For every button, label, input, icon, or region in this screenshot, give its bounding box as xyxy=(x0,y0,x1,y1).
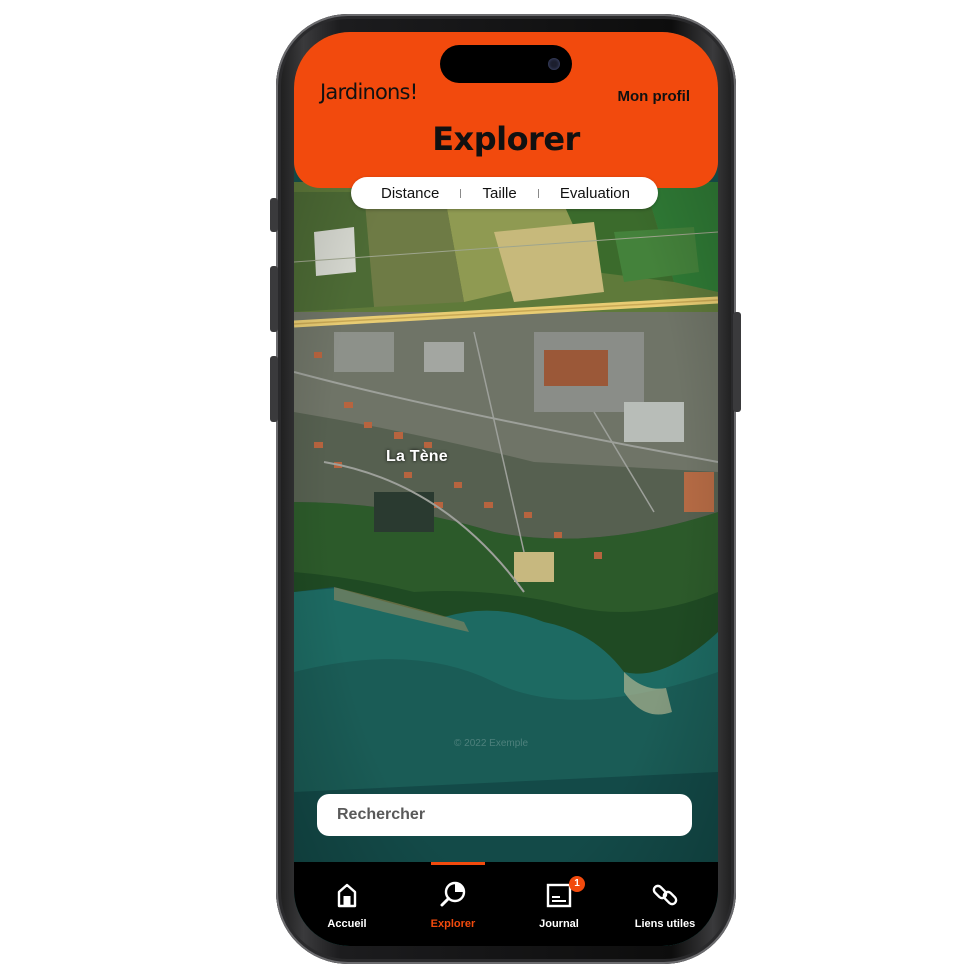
active-tab-indicator xyxy=(431,862,485,865)
nav-item-liens-utiles[interactable]: Liens utiles xyxy=(612,862,718,946)
filter-divider xyxy=(537,188,539,198)
nav-label-liens-utiles: Liens utiles xyxy=(634,918,696,930)
app-header: Jardinons! Mon profil Explorer xyxy=(294,32,718,188)
explore-icon xyxy=(440,881,466,907)
nav-label-accueil: Accueil xyxy=(327,918,367,930)
nav-item-explorer[interactable]: Explorer xyxy=(400,862,506,946)
volume-down-button xyxy=(270,356,278,422)
stage: La Tène © 2022 Exemple Jardinons! Mon pr… xyxy=(0,0,980,980)
dynamic-island xyxy=(440,45,572,83)
power-button xyxy=(733,312,741,412)
map-attribution: © 2022 Exemple xyxy=(454,738,529,749)
nav-label-journal: Journal xyxy=(539,918,579,930)
search-input[interactable] xyxy=(317,794,692,836)
link-icon xyxy=(652,884,678,906)
filter-taille[interactable]: Taille xyxy=(483,185,517,202)
bottom-navigation: Accueil Explorer 1 Journal Liens utiles xyxy=(294,862,718,946)
brand-logo[interactable]: Jardinons! xyxy=(320,80,418,104)
filter-evaluation[interactable]: Evaluation xyxy=(560,185,630,202)
phone-screen: La Tène © 2022 Exemple Jardinons! Mon pr… xyxy=(294,32,718,946)
camera-icon xyxy=(548,58,560,70)
filter-bar: Distance Taille Evaluation xyxy=(351,177,658,209)
home-icon xyxy=(337,883,357,908)
profile-link[interactable]: Mon profil xyxy=(618,88,690,105)
nav-label-explorer: Explorer xyxy=(430,918,476,930)
page-title: Explorer xyxy=(432,120,580,158)
filter-distance[interactable]: Distance xyxy=(381,185,439,202)
filter-divider xyxy=(460,188,462,198)
notification-badge: 1 xyxy=(569,876,585,892)
map-place-label[interactable]: La Tène xyxy=(386,448,448,466)
nav-item-journal[interactable]: 1 Journal xyxy=(506,862,612,946)
nav-item-accueil[interactable]: Accueil xyxy=(294,862,400,946)
silent-switch xyxy=(270,198,278,232)
volume-up-button xyxy=(270,266,278,332)
